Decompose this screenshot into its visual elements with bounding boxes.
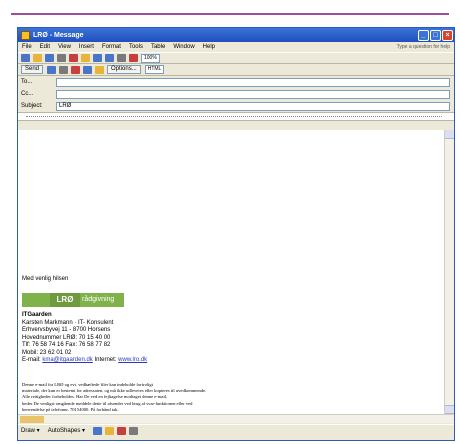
menu-table[interactable]: Table: [151, 44, 165, 50]
autoshapes-menu[interactable]: AutoShapes ▾: [48, 427, 85, 434]
contact-links: E-mail: kma@itgaarden.dk Internet: www.l…: [22, 357, 147, 365]
scroll-down-arrow[interactable]: [445, 405, 454, 414]
attach-icon[interactable]: [59, 65, 69, 74]
to-field[interactable]: [56, 77, 450, 87]
email-label: E-mail:: [22, 357, 41, 363]
format-select[interactable]: HTML: [144, 65, 165, 74]
help-search-box[interactable]: Type a question for help: [397, 44, 450, 50]
print-icon[interactable]: [57, 54, 66, 62]
menu-bar: File Edit View Insert Format Tools Table…: [18, 42, 454, 52]
subject-field[interactable]: LRØ: [56, 101, 450, 111]
menu-edit[interactable]: Edit: [40, 44, 50, 50]
outlook-message-window: LRØ - Message _ □ × File Edit View Inser…: [17, 27, 455, 441]
spelling-icon[interactable]: [69, 54, 78, 62]
logo-left-block: [22, 293, 50, 307]
undo-icon[interactable]: [93, 54, 102, 62]
new-icon[interactable]: [21, 54, 30, 62]
signature-line: Karsten Markmann · IT- Konsulent: [22, 319, 114, 326]
signature-line: Tlf: 76 58 74 16 Fax: 76 58 77 82: [22, 342, 111, 348]
subject-label: Subject:: [21, 103, 43, 109]
cc-row: Cc...: [18, 88, 454, 100]
fill-color-icon[interactable]: [105, 426, 115, 435]
view-buttons[interactable]: [20, 415, 44, 423]
horizontal-scrollbar[interactable]: [18, 414, 454, 423]
message-body[interactable]: Med venlig hilsen LRØ rådgivning ITGaard…: [18, 130, 444, 414]
signature-line: Hovednummer LRØ: 70 15 40 00: [22, 334, 111, 341]
logo-subtitle: rådgivning: [80, 293, 124, 307]
subject-row: Subject: LRØ: [18, 100, 454, 112]
disclaimer-line: henvendelse på telefonnr. 70154000. På f…: [22, 406, 119, 412]
message-icon: [21, 30, 30, 40]
menu-file[interactable]: File: [22, 44, 32, 50]
horizontal-ruler[interactable]: [18, 112, 454, 121]
signature-line: Mobil: 23 62 01 02: [22, 349, 72, 356]
paste-icon[interactable]: [81, 54, 90, 62]
cc-field[interactable]: [56, 89, 450, 99]
options-button[interactable]: Options...: [107, 65, 141, 74]
save-icon[interactable]: [45, 54, 54, 62]
menu-insert[interactable]: Insert: [79, 44, 94, 50]
draw-menu[interactable]: Draw ▾: [21, 427, 40, 434]
company-logo: LRØ rådgivning: [22, 290, 124, 307]
to-row: To...: [18, 76, 454, 88]
email-link[interactable]: kma@itgaarden.dk: [42, 357, 92, 363]
accounts-icon[interactable]: [47, 65, 57, 74]
zoom-select[interactable]: 100%: [141, 53, 160, 63]
line-icon[interactable]: [93, 426, 103, 435]
redo-icon[interactable]: [105, 54, 114, 62]
standard-toolbar: 100%: [18, 52, 454, 64]
top-divider: [11, 13, 449, 15]
signature-line: Erhvervsbyvej 11 - 8700 Horsens: [22, 327, 111, 333]
importance-low-icon[interactable]: [83, 65, 93, 74]
menu-format[interactable]: Format: [102, 44, 121, 50]
signature-block: ITGaarden Karsten Markmann · IT- Konsule…: [22, 312, 147, 365]
internet-label: Internet:: [94, 357, 117, 363]
cc-button[interactable]: Cc...: [21, 91, 56, 97]
flag-icon[interactable]: [95, 65, 105, 74]
send-toolbar: Send Options... HTML: [18, 64, 454, 76]
shadow-icon[interactable]: [129, 426, 139, 435]
importance-high-icon[interactable]: [71, 65, 81, 74]
ruler-ticks: [26, 116, 442, 119]
vertical-scrollbar[interactable]: [444, 130, 454, 414]
close-button[interactable]: ×: [442, 29, 453, 41]
greeting-text: Med venlig hilsen: [22, 276, 69, 282]
title-bar: LRØ - Message _ □ ×: [18, 28, 454, 42]
company-name: ITGaarden: [22, 312, 52, 318]
menu-view[interactable]: View: [58, 44, 71, 50]
website-link[interactable]: www.lro.dk: [118, 357, 147, 363]
drawing-toolbar: Draw ▾ AutoShapes ▾: [18, 424, 454, 436]
logo-text: LRØ: [50, 293, 80, 307]
font-color-icon[interactable]: [117, 426, 127, 435]
menu-window[interactable]: Window: [173, 44, 194, 50]
minimize-button[interactable]: _: [418, 29, 429, 41]
table-icon[interactable]: [117, 54, 126, 62]
disclaimer-text: Denne e-mail fra LRØ og evt. vedhæftede …: [22, 382, 272, 413]
menu-help[interactable]: Help: [203, 44, 215, 50]
scroll-up-arrow[interactable]: [445, 130, 454, 139]
columns-icon[interactable]: [129, 54, 138, 62]
menu-tools[interactable]: Tools: [129, 44, 143, 50]
open-icon[interactable]: [33, 54, 42, 62]
window-title: LRØ - Message: [33, 31, 84, 39]
maximize-button[interactable]: □: [430, 29, 441, 41]
send-button[interactable]: Send: [21, 65, 44, 74]
to-button[interactable]: To...: [21, 79, 56, 85]
